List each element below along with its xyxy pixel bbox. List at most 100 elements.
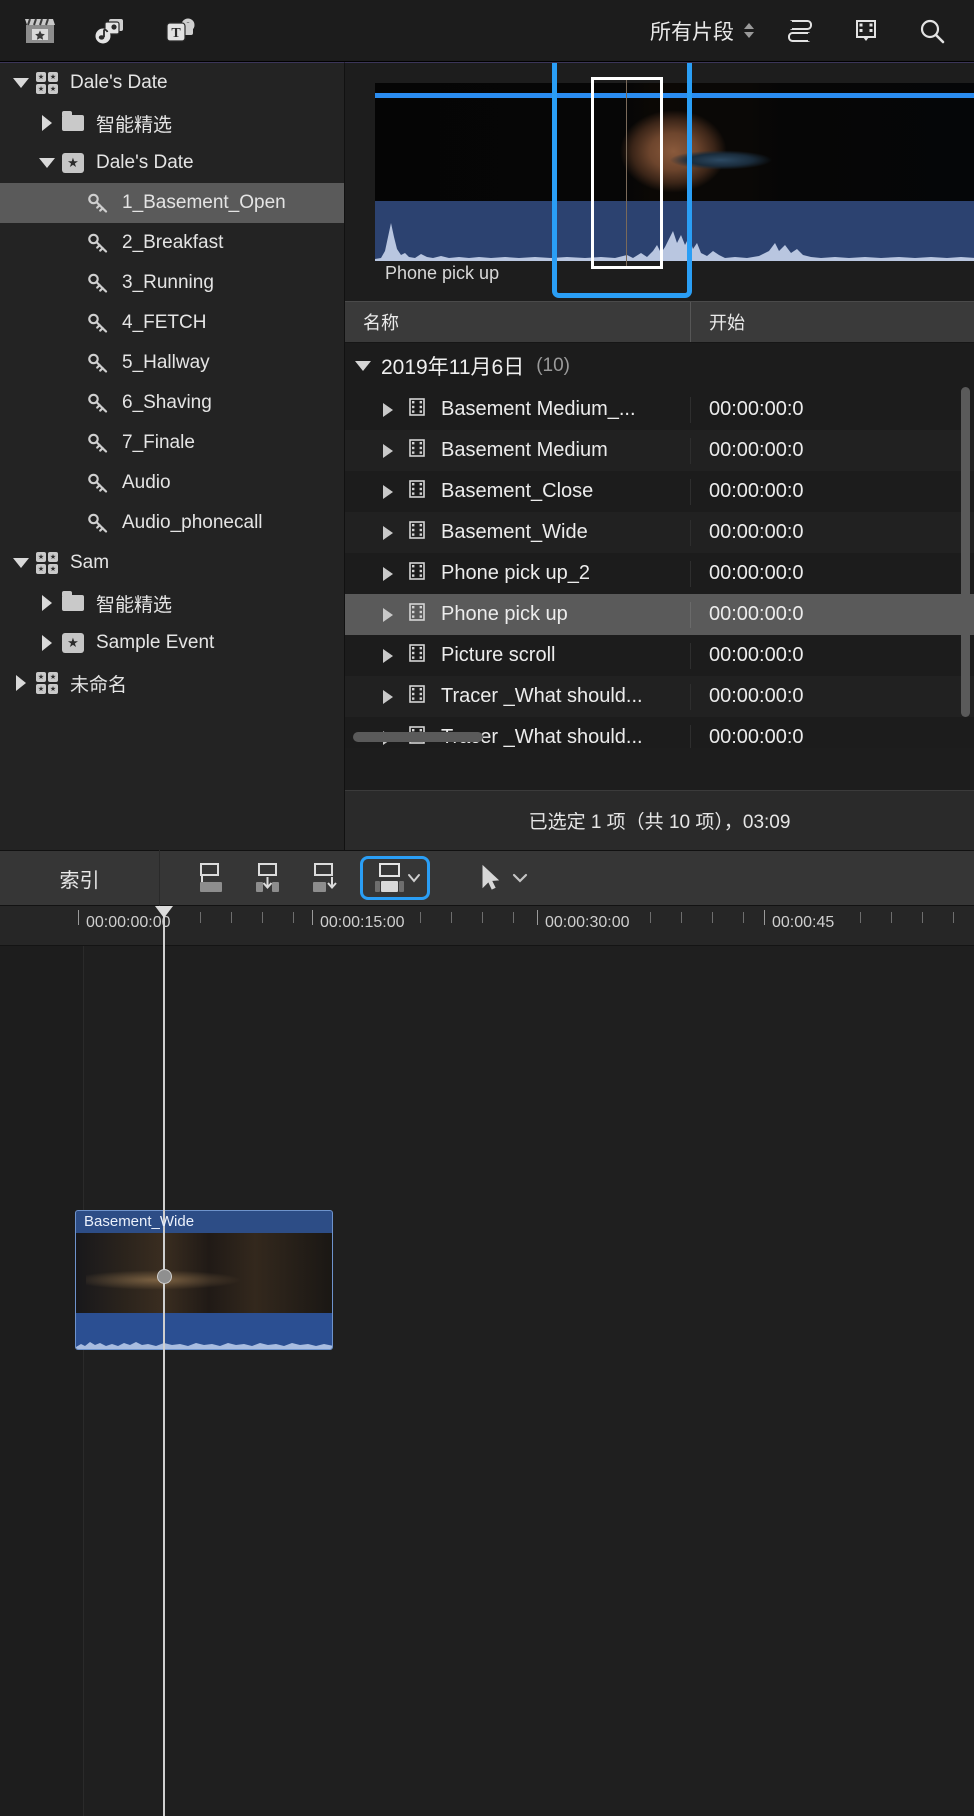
clip-list-row[interactable]: Tracer _What should... 00:00:00:0 bbox=[345, 676, 974, 717]
clip-filter-dropdown[interactable]: 所有片段 bbox=[650, 16, 754, 46]
playhead-knob-icon[interactable] bbox=[155, 906, 173, 918]
keyword-icon bbox=[87, 433, 111, 453]
sidebar-item-dale-s-date[interactable]: ★ Dale's Date bbox=[0, 143, 344, 183]
timeline-clip-thumbnail bbox=[76, 1233, 332, 1315]
clip-rows-container: Basement Medium_... 00:00:00:0 Basement Me… bbox=[345, 389, 974, 748]
sidebar-item-audio[interactable]: Audio bbox=[0, 463, 344, 503]
sidebar-item-icon bbox=[84, 233, 114, 253]
search-icon[interactable] bbox=[912, 14, 952, 48]
disclosure-triangle-icon[interactable] bbox=[355, 361, 371, 371]
clip-list-row[interactable]: Phone pick up_2 00:00:00:0 bbox=[345, 553, 974, 594]
clip-list-row[interactable]: Basement_Close 00:00:00:0 bbox=[345, 471, 974, 512]
disclosure-triangle-down-icon[interactable] bbox=[36, 158, 58, 168]
disclosure-triangle-down-icon[interactable] bbox=[10, 78, 32, 88]
clip-list-row[interactable]: Basement Medium_... 00:00:00:0 bbox=[345, 389, 974, 430]
sidebar-item-icon bbox=[84, 513, 114, 533]
selection-status-text: 已选定 1 项（共 10 项），03:09 bbox=[528, 812, 791, 833]
libraries-sidebar[interactable]: ★ ★ ★ ★ Dale's Date 智能精选 ★ Dale's Date 1_Basemen… bbox=[0, 62, 345, 850]
timeline-canvas[interactable]: Basement_Wide bbox=[0, 906, 974, 1816]
timeline-playhead[interactable] bbox=[155, 906, 173, 1816]
sidebar-item-icon: ★ bbox=[58, 633, 88, 653]
disclosure-triangle-right-icon[interactable] bbox=[383, 443, 393, 458]
clip-list-row[interactable]: Basement Medium 00:00:00:0 bbox=[345, 430, 974, 471]
append-clip-button[interactable] bbox=[302, 856, 350, 900]
column-header-start[interactable]: 开始 bbox=[691, 302, 974, 342]
sidebar-item-icon: ★ bbox=[58, 153, 88, 173]
clip-group-header[interactable]: 2019年11月6日 (10) bbox=[345, 343, 974, 389]
sidebar-item-3-running[interactable]: 3_Running bbox=[0, 263, 344, 303]
clip-list-vertical-scrollbar[interactable] bbox=[961, 387, 970, 717]
disclosure-triangle-right-icon[interactable] bbox=[383, 566, 393, 581]
sidebar-item-icon bbox=[58, 111, 88, 131]
sidebar-item-label: 智能精选 bbox=[96, 114, 173, 136]
sidebar-item-icon bbox=[84, 313, 114, 333]
ruler-minor-tick bbox=[293, 912, 294, 923]
clip-group-date: 2019年11月6日 bbox=[381, 356, 525, 379]
disclosure-triangle-right-icon[interactable] bbox=[383, 484, 393, 499]
sidebar-item-智能精选[interactable]: 智能精选 bbox=[0, 583, 344, 623]
sidebar-item-label: Audio_phonecall bbox=[122, 512, 263, 533]
clip-row-name-cell: Phone pick up_2 bbox=[345, 560, 691, 587]
sidebar-item-icon: ★ ★ ★ ★ bbox=[32, 552, 62, 574]
sidebar-item-label: Audio bbox=[122, 472, 171, 493]
clip-filter-label: 所有片段 bbox=[650, 20, 734, 44]
sidebar-item-1-basement-open[interactable]: 1_Basement_Open bbox=[0, 183, 344, 223]
timeline-clip[interactable]: Basement_Wide bbox=[75, 1210, 333, 1350]
disclosure-triangle-right-icon[interactable] bbox=[36, 635, 58, 651]
timeline-clip-volume-handle[interactable] bbox=[157, 1269, 172, 1284]
disclosure-triangle-right-icon[interactable] bbox=[36, 595, 58, 611]
filmstrip-view-icon[interactable] bbox=[846, 14, 886, 48]
sidebar-item-audio-phonecall[interactable]: Audio_phonecall bbox=[0, 503, 344, 543]
media-browser-icon[interactable] bbox=[20, 14, 60, 48]
music-browser-icon[interactable] bbox=[90, 14, 130, 48]
sidebar-item-未命名[interactable]: ★ ★ ★ ★ 未命名 bbox=[0, 663, 344, 703]
clip-list-row[interactable]: Phone pick up 00:00:00:0 bbox=[345, 594, 974, 635]
keyword-icon bbox=[87, 273, 111, 293]
timeline-ruler[interactable]: 00:00:00:00 00:00:15:00 00:00:30:00 00:00:4… bbox=[0, 906, 974, 946]
connect-clip-button[interactable] bbox=[186, 856, 234, 900]
clip-row-name-cell: Phone pick up bbox=[345, 601, 691, 628]
filmstrip-video-track bbox=[375, 83, 974, 201]
timeline-left-gutter bbox=[0, 946, 84, 1816]
disclosure-triangle-right-icon[interactable] bbox=[10, 675, 32, 691]
chevron-down-icon bbox=[512, 873, 528, 883]
sidebar-item-dale-s-date[interactable]: ★ ★ ★ ★ Dale's Date bbox=[0, 63, 344, 103]
sidebar-item-7-finale[interactable]: 7_Finale bbox=[0, 423, 344, 463]
clip-row-start: 00:00:00:0 bbox=[709, 644, 804, 666]
film-clip-icon bbox=[407, 561, 427, 587]
sidebar-item-sam[interactable]: ★ ★ ★ ★ Sam bbox=[0, 543, 344, 583]
titles-browser-icon[interactable]: T bbox=[160, 14, 200, 48]
tool-selector-dropdown[interactable] bbox=[476, 863, 530, 893]
timeline-panel[interactable]: 00:00:00:00 00:00:15:00 00:00:30:00 00:00:4… bbox=[0, 906, 974, 1816]
list-view-icon[interactable] bbox=[780, 14, 820, 48]
filmstrip-frame-content-2 bbox=[661, 147, 781, 173]
disclosure-triangle-down-icon[interactable] bbox=[10, 558, 32, 568]
sidebar-item-4-fetch[interactable]: 4_FETCH bbox=[0, 303, 344, 343]
sidebar-item-6-shaving[interactable]: 6_Shaving bbox=[0, 383, 344, 423]
disclosure-triangle-right-icon[interactable] bbox=[36, 115, 58, 131]
timeline-index-button[interactable]: 索引 bbox=[0, 850, 160, 906]
filmstrip-clip[interactable] bbox=[375, 83, 974, 261]
event-star-icon: ★ bbox=[62, 633, 84, 653]
clip-list-row[interactable]: Basement_Wide 00:00:00:0 bbox=[345, 512, 974, 553]
clip-list-row[interactable]: Picture scroll 00:00:00:0 bbox=[345, 635, 974, 676]
disclosure-triangle-right-icon[interactable] bbox=[383, 689, 393, 704]
filmstrip-preview-area[interactable]: Phone pick up bbox=[345, 63, 974, 301]
clip-row-name: Basement_Wide bbox=[441, 521, 588, 543]
disclosure-triangle-right-icon[interactable] bbox=[383, 402, 393, 417]
overwrite-clip-button[interactable] bbox=[360, 856, 430, 900]
arrow-tool-icon bbox=[482, 864, 500, 890]
clip-list-horizontal-scrollbar[interactable] bbox=[353, 732, 483, 742]
sidebar-item-5-hallway[interactable]: 5_Hallway bbox=[0, 343, 344, 383]
column-header-name[interactable]: 名称 bbox=[345, 302, 691, 342]
insert-clip-button[interactable] bbox=[244, 856, 292, 900]
disclosure-triangle-right-icon[interactable] bbox=[383, 525, 393, 540]
sidebar-item-sample-event[interactable]: ★ Sample Event bbox=[0, 623, 344, 663]
sidebar-item-2-breakfast[interactable]: 2_Breakfast bbox=[0, 223, 344, 263]
ruler-minor-tick bbox=[482, 912, 483, 923]
disclosure-triangle-right-icon[interactable] bbox=[383, 607, 393, 622]
clip-list[interactable]: 2019年11月6日 (10) Basement Medium_... 00:00… bbox=[345, 343, 974, 748]
ruler-time-label: 00:00:30:00 bbox=[545, 914, 630, 931]
sidebar-item-智能精选[interactable]: 智能精选 bbox=[0, 103, 344, 143]
disclosure-triangle-right-icon[interactable] bbox=[383, 648, 393, 663]
